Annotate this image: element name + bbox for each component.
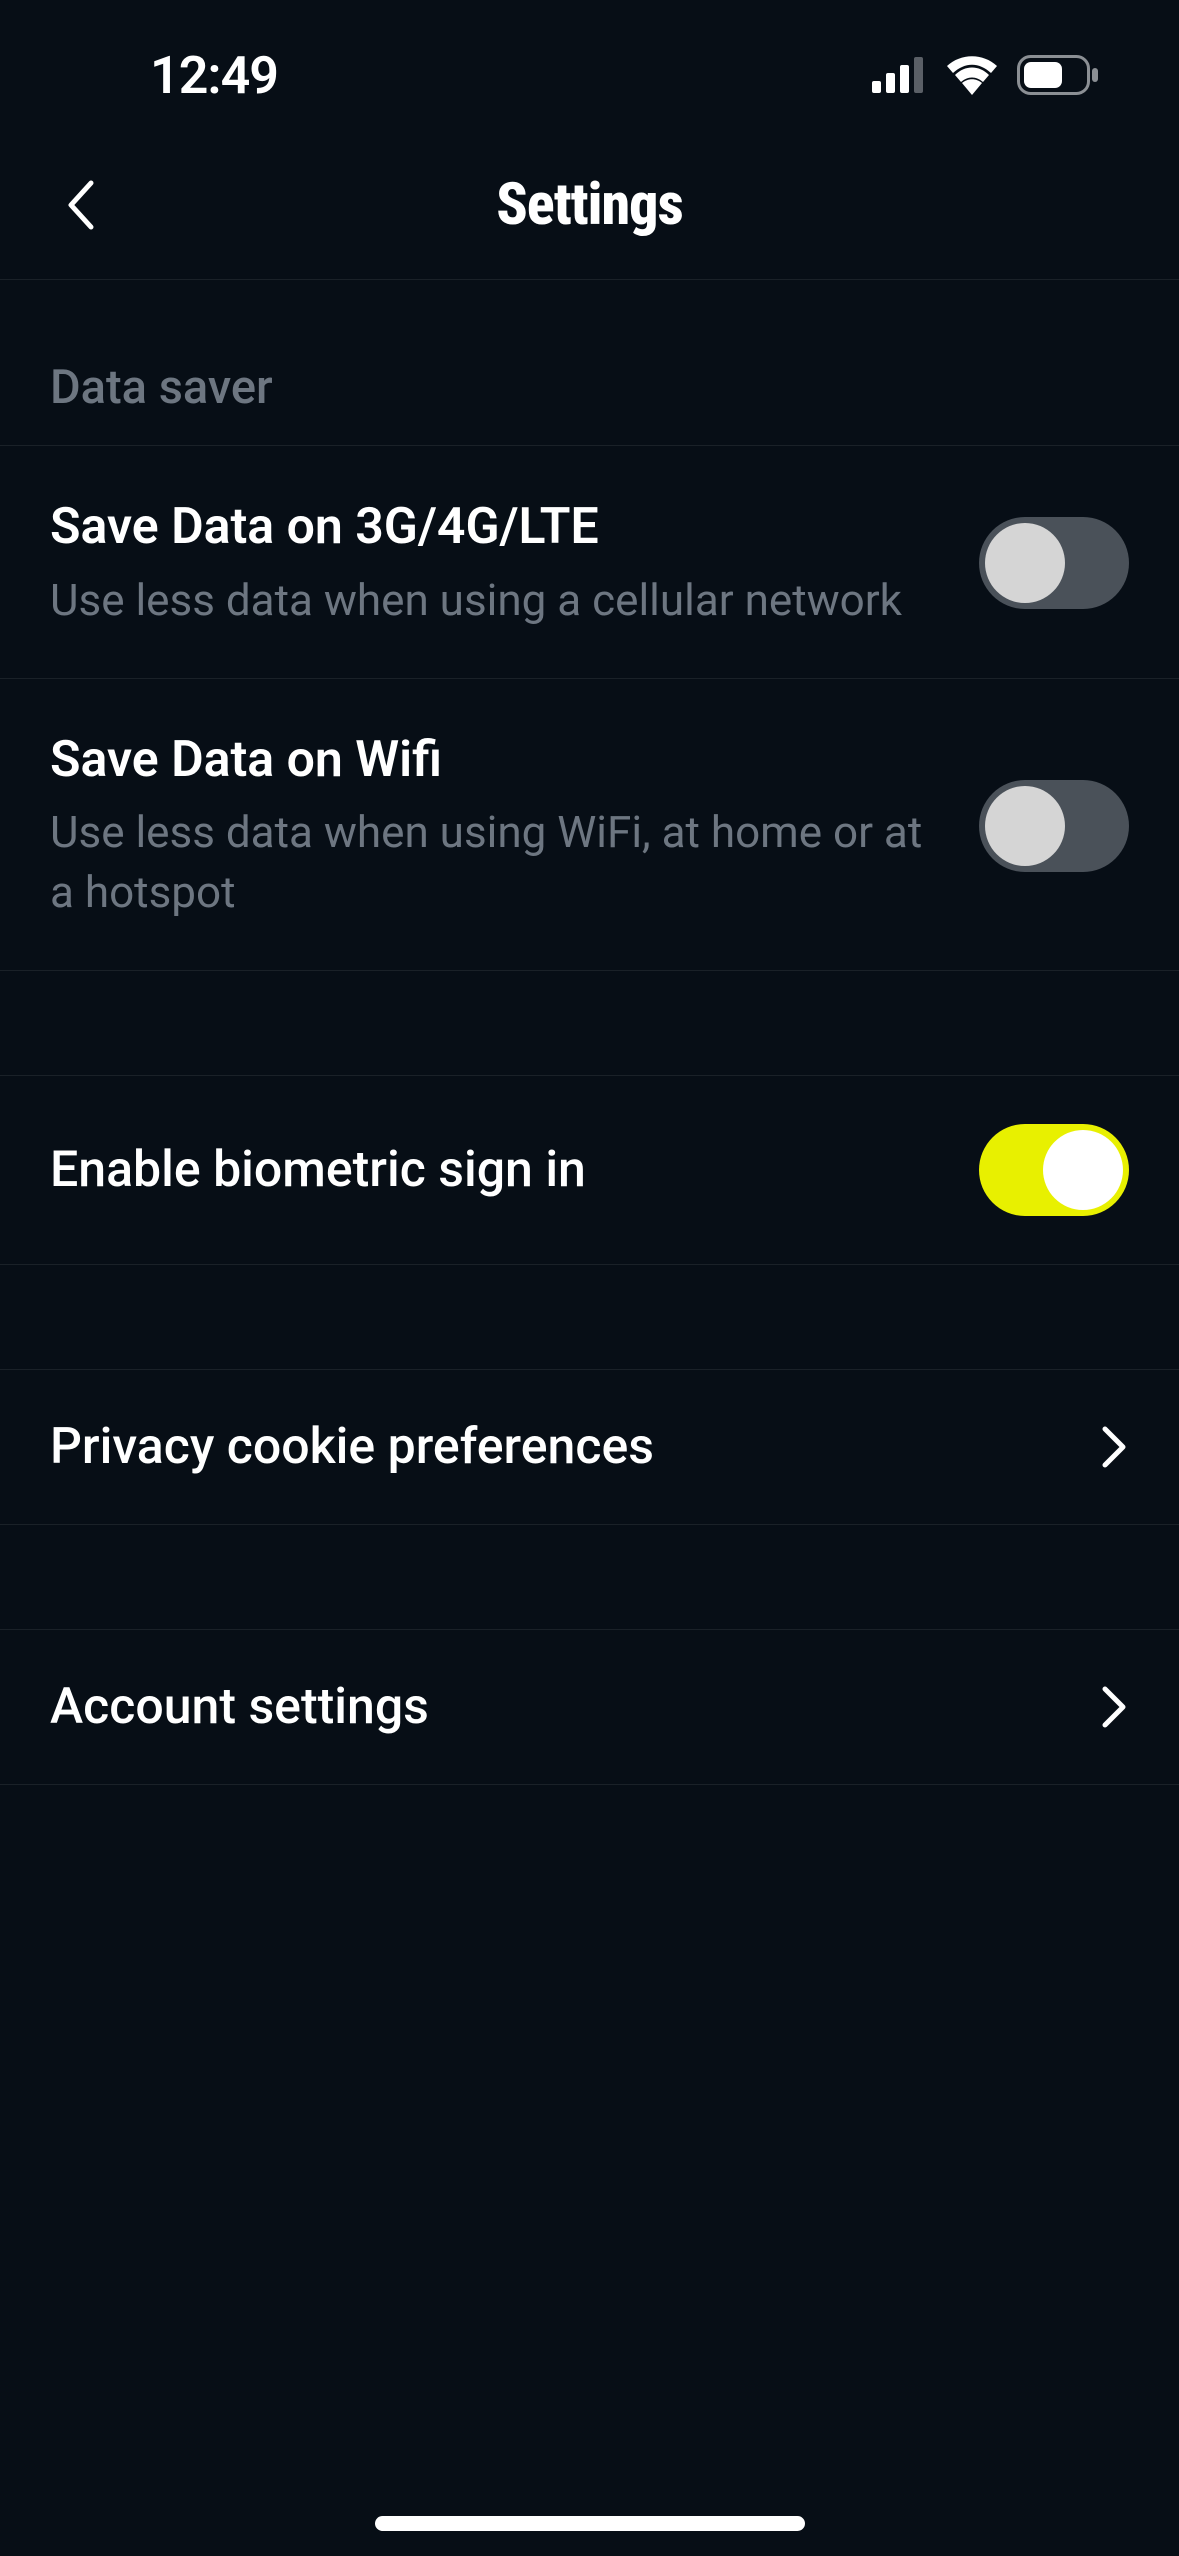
battery-icon [1017, 55, 1099, 95]
save-wifi-subtitle: Use less data when using WiFi, at home o… [50, 803, 939, 922]
wifi-icon [945, 55, 999, 95]
group-spacer [0, 1265, 1179, 1370]
group-spacer [0, 971, 1179, 1076]
toggle-save-cellular[interactable] [979, 517, 1129, 609]
toggle-knob [1043, 1130, 1123, 1210]
biometric-label: Enable biometric sign in [50, 1141, 586, 1199]
row-text: Save Data on Wifi Use less data when usi… [50, 729, 979, 922]
toggle-save-wifi[interactable] [979, 780, 1129, 872]
toggle-knob [985, 786, 1065, 866]
back-button[interactable] [50, 175, 110, 235]
save-cellular-title: Save Data on 3G/4G/LTE [50, 496, 939, 559]
account-label: Account settings [50, 1678, 429, 1736]
save-cellular-subtitle: Use less data when using a cellular netw… [50, 571, 939, 630]
row-account[interactable]: Account settings [0, 1630, 1179, 1785]
chevron-right-icon [1099, 1683, 1129, 1731]
section-header-data-saver: Data saver [0, 280, 1179, 446]
chevron-left-icon [63, 177, 97, 233]
toggle-knob [985, 523, 1065, 603]
status-time: 12:49 [150, 45, 278, 106]
cellular-signal-icon [872, 57, 927, 93]
page-header: Settings [0, 130, 1179, 280]
chevron-right-icon [1099, 1423, 1129, 1471]
privacy-label: Privacy cookie preferences [50, 1418, 654, 1476]
status-bar: 12:49 [0, 0, 1179, 130]
save-wifi-title: Save Data on Wifi [50, 729, 939, 792]
home-indicator[interactable] [375, 2516, 805, 2531]
row-save-cellular[interactable]: Save Data on 3G/4G/LTE Use less data whe… [0, 446, 1179, 679]
status-icons [872, 55, 1099, 95]
group-spacer [0, 1525, 1179, 1630]
row-biometric[interactable]: Enable biometric sign in [0, 1076, 1179, 1265]
row-save-wifi[interactable]: Save Data on Wifi Use less data when usi… [0, 679, 1179, 971]
page-title: Settings [496, 171, 683, 239]
row-text: Save Data on 3G/4G/LTE Use less data whe… [50, 496, 979, 630]
toggle-biometric[interactable] [979, 1124, 1129, 1216]
row-privacy[interactable]: Privacy cookie preferences [0, 1370, 1179, 1525]
